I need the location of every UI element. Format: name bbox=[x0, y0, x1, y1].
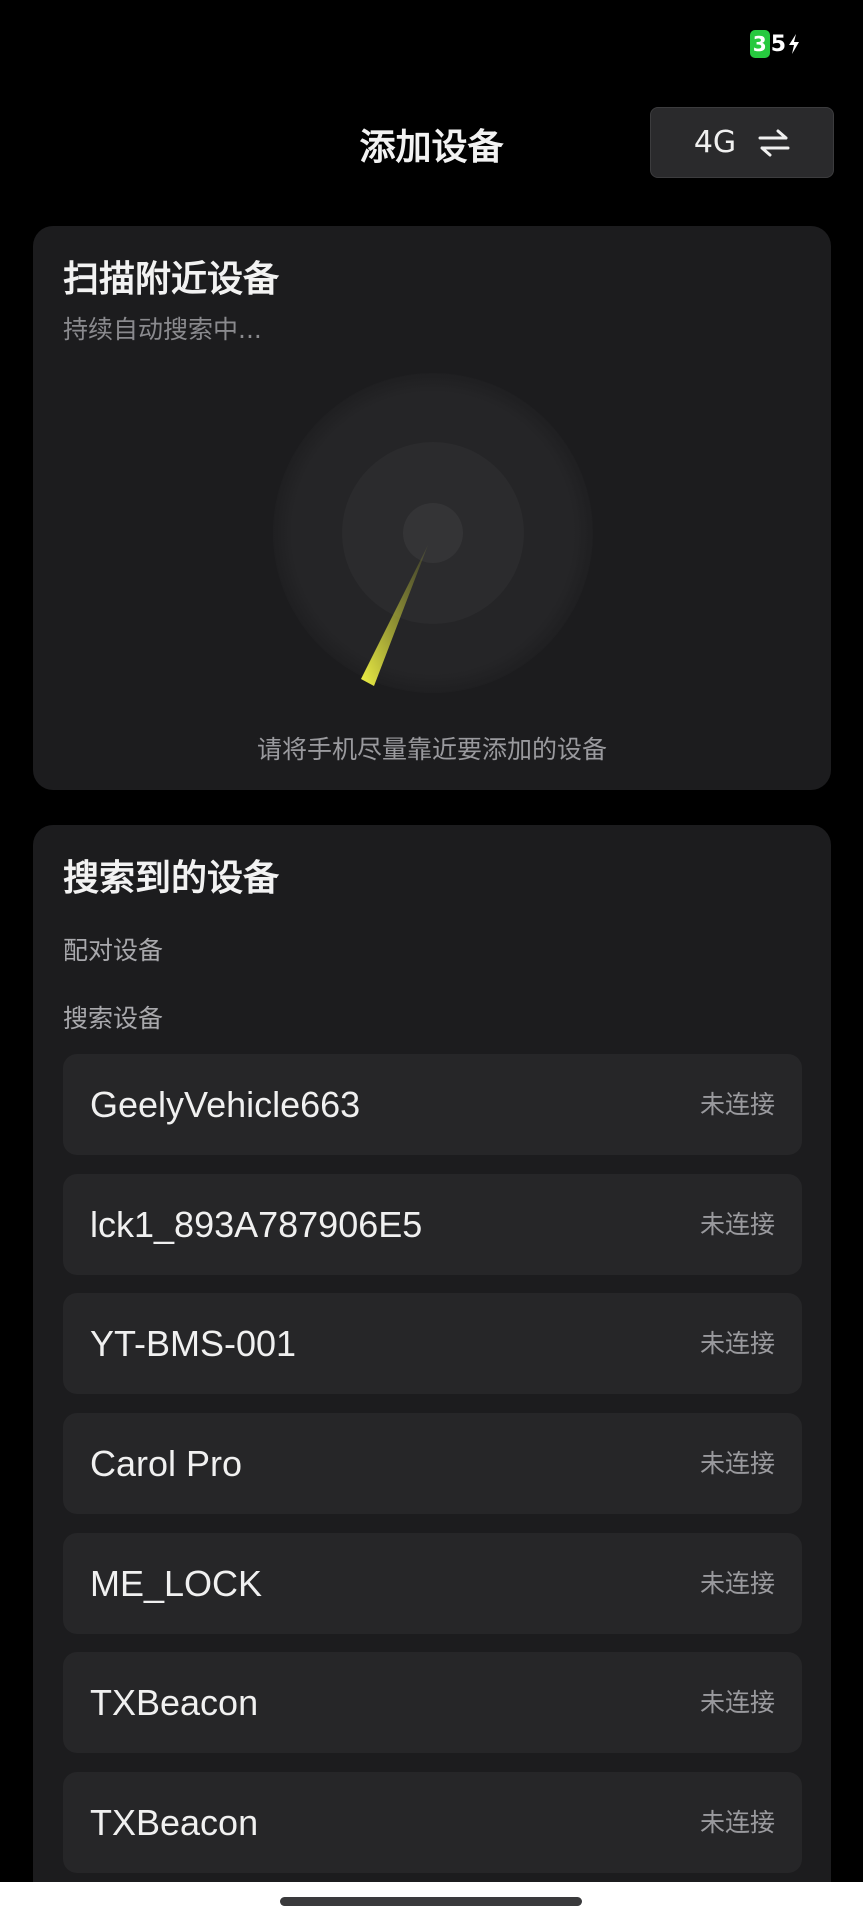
device-name: ME_LOCK bbox=[90, 1563, 263, 1604]
device-row[interactable]: GeelyVehicle663 未连接 bbox=[63, 1054, 802, 1155]
battery-percent: 5 bbox=[770, 31, 786, 57]
battery-indicator: 3 5 bbox=[749, 30, 800, 58]
device-name: TXBeacon bbox=[90, 1682, 259, 1723]
scan-hint: 请将手机尽量靠近要添加的设备 bbox=[256, 735, 607, 764]
header: 添加设备 4G bbox=[0, 100, 863, 185]
device-name: lck1_893A787906E5 bbox=[90, 1204, 423, 1245]
device-row[interactable]: YT-BMS-001 未连接 bbox=[63, 1293, 802, 1394]
scan-status: 持续自动搜索中... bbox=[63, 315, 262, 344]
status-bar: 3 5 bbox=[0, 0, 863, 90]
device-row[interactable]: TXBeacon 未连接 bbox=[63, 1652, 802, 1753]
device-name: TXBeacon bbox=[90, 1802, 259, 1843]
device-name: YT-BMS-001 bbox=[90, 1323, 297, 1364]
paired-devices-label: 配对设备 bbox=[63, 936, 164, 965]
screen: 3 5 添加设备 4G 扫描附近设备 持续自动搜索中... 请将手机尽量靠近要添… bbox=[0, 0, 863, 1920]
radar-scanner bbox=[273, 373, 593, 693]
device-status: 未连接 bbox=[699, 1449, 775, 1478]
radar-center bbox=[403, 503, 463, 563]
found-devices-card: 搜索到的设备 配对设备 搜索设备 GeelyVehicle663 未连接 lck… bbox=[33, 825, 831, 1920]
device-row[interactable]: Carol Pro 未连接 bbox=[63, 1413, 802, 1514]
scan-card: 扫描附近设备 持续自动搜索中... 请将手机尽量靠近要添加的设备 bbox=[33, 226, 831, 790]
network-switch-button[interactable]: 4G bbox=[650, 107, 834, 178]
scan-title: 扫描附近设备 bbox=[63, 259, 280, 300]
device-status: 未连接 bbox=[699, 1210, 775, 1239]
device-status: 未连接 bbox=[699, 1808, 775, 1837]
device-name: GeelyVehicle663 bbox=[90, 1084, 361, 1125]
device-status: 未连接 bbox=[699, 1329, 775, 1358]
device-row[interactable]: TXBeacon 未连接 bbox=[63, 1772, 802, 1873]
bolt-icon bbox=[789, 34, 799, 54]
found-devices-title: 搜索到的设备 bbox=[63, 858, 280, 899]
device-status: 未连接 bbox=[699, 1688, 775, 1717]
network-button-label: 4G bbox=[693, 125, 737, 160]
battery-level: 3 bbox=[749, 30, 770, 58]
device-status: 未连接 bbox=[699, 1090, 775, 1119]
device-row[interactable]: ME_LOCK 未连接 bbox=[63, 1533, 802, 1634]
navigation-bar bbox=[0, 1882, 863, 1920]
device-row[interactable]: lck1_893A787906E5 未连接 bbox=[63, 1174, 802, 1275]
swap-arrows-icon bbox=[758, 129, 790, 156]
search-devices-label: 搜索设备 bbox=[63, 1004, 164, 1033]
home-indicator[interactable] bbox=[280, 1897, 582, 1906]
device-name: Carol Pro bbox=[90, 1443, 243, 1484]
device-status: 未连接 bbox=[699, 1569, 775, 1598]
